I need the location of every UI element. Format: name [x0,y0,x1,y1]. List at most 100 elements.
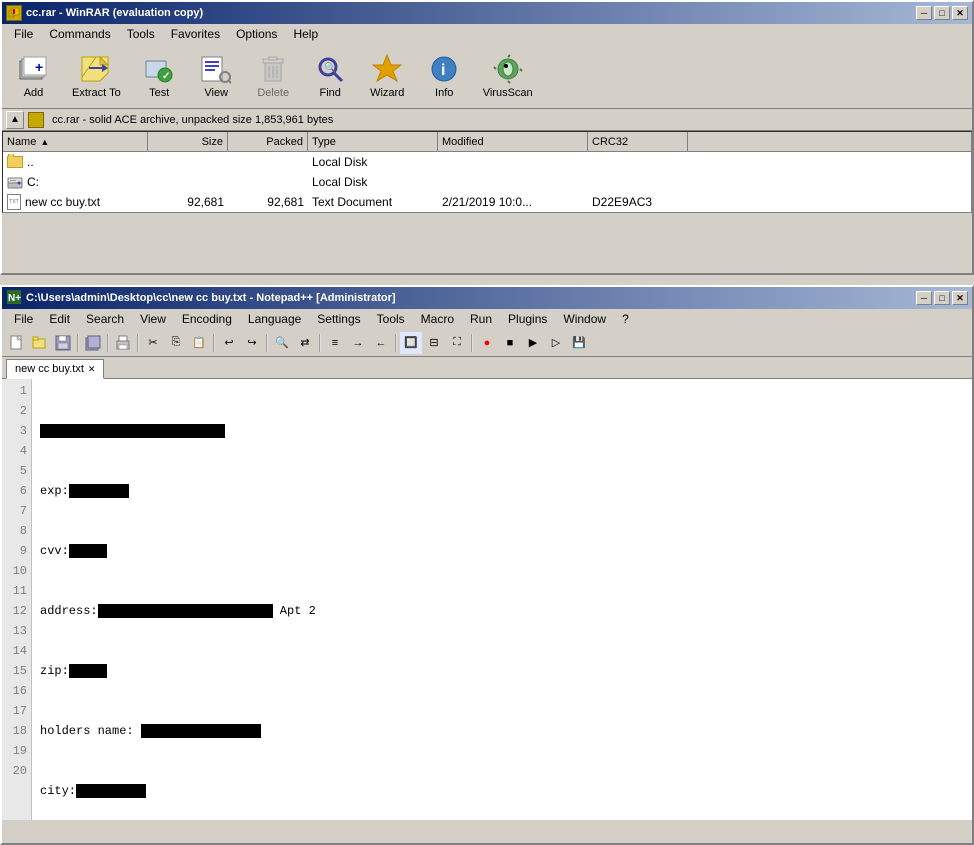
menu-options[interactable]: Options [228,25,285,43]
file-crc-c [588,181,688,183]
npp-zoom-out-button[interactable]: ⊟ [423,332,445,354]
npp-menu-help[interactable]: ? [614,310,637,328]
npp-macro-stop-button[interactable]: ■ [499,332,521,354]
tb-sep-2 [107,334,109,352]
npp-outdent-button[interactable]: ← [370,332,392,354]
npp-new-button[interactable] [6,332,28,354]
file-row-txt[interactable]: TXT new cc buy.txt 92,681 92,681 Text Do… [3,192,971,212]
col-header-type[interactable]: Type [308,132,438,151]
npp-macro-run-button[interactable]: ▷ [545,332,567,354]
npp-menu-run[interactable]: Run [462,310,500,328]
npp-macro-rec-button[interactable]: ● [476,332,498,354]
notepad-app-icon: N+ [6,289,22,308]
toolbar-wizard-label: Wizard [370,87,404,99]
npp-menu-search[interactable]: Search [78,310,132,328]
file-modified-up [438,161,588,163]
txt-file-icon: TXT [7,194,21,210]
toolbar-add-button[interactable]: + Add [6,48,61,104]
npp-minimize-button[interactable]: ─ [916,291,932,305]
nav-up-button[interactable]: ▲ [6,111,24,129]
file-row-c[interactable]: C: Local Disk [3,172,971,192]
minimize-button[interactable]: ─ [916,6,932,20]
toolbar-find-button[interactable]: 🔍 Find [303,48,358,104]
npp-fullscreen-button[interactable]: ⛶ [446,332,468,354]
winrar-address-bar: ▲ cc.rar - solid ACE archive, unpacked s… [2,109,972,131]
npp-menu-edit[interactable]: Edit [41,310,78,328]
line-6: holders name: [40,721,964,741]
redacted-6 [141,724,261,738]
tb-sep-6 [319,334,321,352]
col-header-modified[interactable]: Modified [438,132,588,151]
npp-close-button[interactable]: ✕ [952,291,968,305]
npp-undo-button[interactable]: ↩ [218,332,240,354]
npp-wordwrap-button[interactable]: ≡ [324,332,346,354]
npp-print-button[interactable] [112,332,134,354]
toolbar-virusscan-label: VirusScan [483,87,533,99]
npp-menu-window[interactable]: Window [555,310,614,328]
tab-close-button[interactable]: ✕ [88,364,96,375]
toolbar-view-button[interactable]: View [189,48,244,104]
line-3: cvv: [40,541,964,561]
col-header-size[interactable]: Size [148,132,228,151]
col-header-crc[interactable]: CRC32 [588,132,688,151]
menu-tools[interactable]: Tools [119,25,163,43]
line-1 [40,421,964,441]
menu-commands[interactable]: Commands [41,25,118,43]
npp-menu-view[interactable]: View [132,310,174,328]
npp-saveall-button[interactable] [82,332,104,354]
npp-save-button[interactable] [52,332,74,354]
menu-file[interactable]: File [6,25,41,43]
toolbar-test-button[interactable]: ✓ Test [132,48,187,104]
tab-new-cc-buy[interactable]: new cc buy.txt ✕ [6,359,104,379]
file-type-c: Local Disk [308,174,438,190]
npp-macro-save-button[interactable]: 💾 [568,332,590,354]
toolbar-virusscan-button[interactable]: VirusScan [474,48,542,104]
npp-menu-plugins[interactable]: Plugins [500,310,555,328]
toolbar-info-button[interactable]: i Info [417,48,472,104]
npp-menu-tools[interactable]: Tools [369,310,413,328]
editor-content[interactable]: exp: cvv: address: Apt 2 zip: holders na… [32,379,972,820]
file-list-header: Name ▲ Size Packed Type Modified CRC32 [3,132,971,152]
svg-text:🔍: 🔍 [324,61,336,74]
npp-menu-macro[interactable]: Macro [413,310,462,328]
col-header-name[interactable]: Name ▲ [3,132,148,151]
file-modified-txt: 2/21/2019 10:0... [438,194,588,210]
npp-menu-file[interactable]: File [6,310,41,328]
npp-cut-button[interactable]: ✂ [142,332,164,354]
menu-help[interactable]: Help [285,25,326,43]
file-row-up[interactable]: .. Local Disk [3,152,971,172]
file-crc-txt: D22E9AC3 [588,194,688,210]
npp-macro-play-button[interactable]: ▶ [522,332,544,354]
npp-maximize-button[interactable]: □ [934,291,950,305]
npp-open-button[interactable] [29,332,51,354]
toolbar-info-label: Info [435,87,453,99]
notepad-title-controls: ─ □ ✕ [916,291,968,305]
info-icon: i [428,53,460,85]
npp-redo-button[interactable]: ↪ [241,332,263,354]
npp-paste-button[interactable]: 📋 [188,332,210,354]
svg-text:i: i [441,62,445,79]
file-type-txt: Text Document [308,194,438,210]
toolbar-view-label: View [204,87,228,99]
npp-copy-button[interactable]: ⎘ [165,332,187,354]
notepad-toolbar: ✂ ⎘ 📋 ↩ ↪ 🔍 ⇄ ≡ → ← 🔲 ⊟ ⛶ ● ■ ▶ ▷ 💾 [2,329,972,357]
redacted-1 [40,424,225,438]
editor-area[interactable]: 1 2 3 4 5 6 7 8 9 10 11 12 13 14 15 16 1… [2,379,972,820]
menu-favorites[interactable]: Favorites [163,25,228,43]
npp-replace-button[interactable]: ⇄ [294,332,316,354]
file-packed-txt: 92,681 [228,194,308,210]
toolbar-wizard-button[interactable]: Wizard [360,48,415,104]
folder-up-icon [7,156,23,168]
close-button[interactable]: ✕ [952,6,968,20]
npp-menu-encoding[interactable]: Encoding [174,310,240,328]
npp-zoom-in-button[interactable]: 🔲 [400,332,422,354]
npp-find-button[interactable]: 🔍 [271,332,293,354]
maximize-button[interactable]: □ [934,6,950,20]
svg-text:N+: N+ [8,293,21,304]
npp-indent-button[interactable]: → [347,332,369,354]
npp-menu-settings[interactable]: Settings [309,310,368,328]
col-header-packed[interactable]: Packed [228,132,308,151]
toolbar-extract-button[interactable]: Extract To [63,48,130,104]
winrar-file-list: Name ▲ Size Packed Type Modified CRC32 [2,131,972,213]
npp-menu-language[interactable]: Language [240,310,309,328]
